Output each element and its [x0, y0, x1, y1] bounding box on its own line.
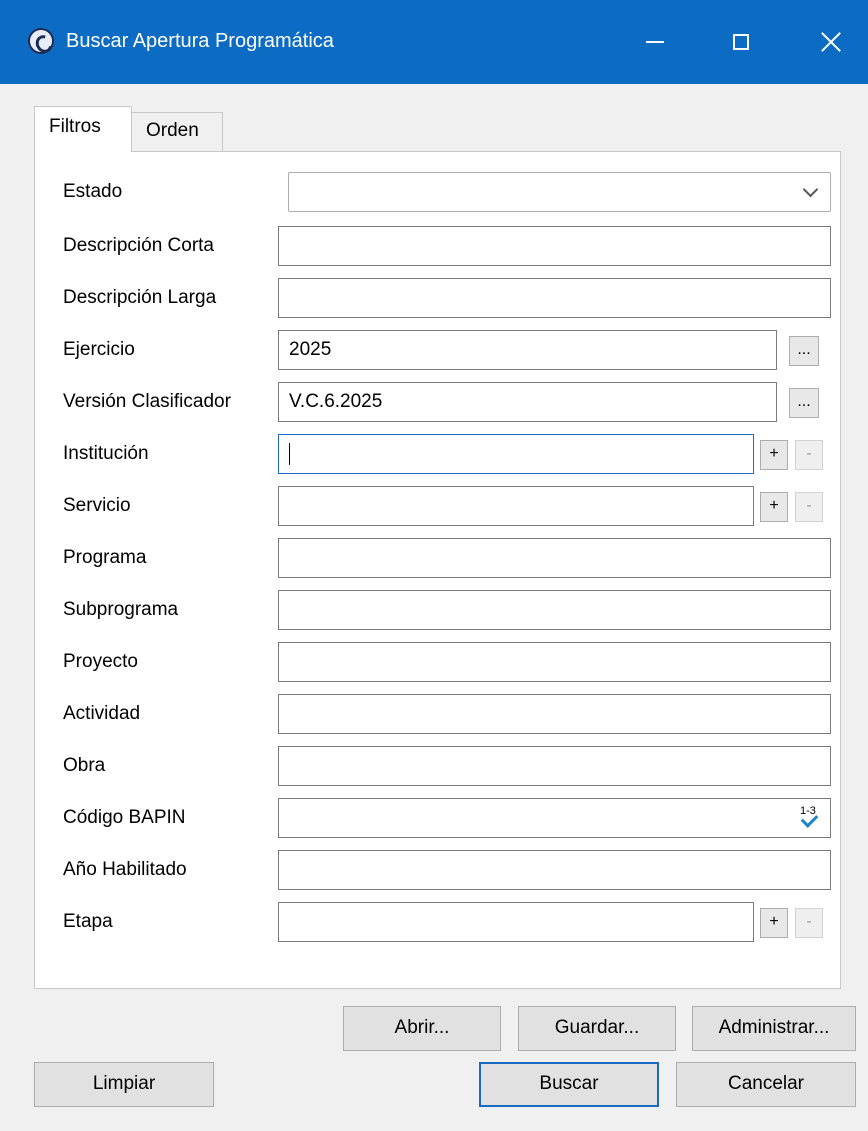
tab-filtros[interactable]: Filtros	[34, 106, 132, 152]
abrir-button[interactable]: Abrir...	[343, 1006, 501, 1051]
proyecto-label: Proyecto	[63, 651, 138, 672]
proyecto-input[interactable]	[278, 642, 831, 682]
servicio-label: Servicio	[63, 495, 131, 516]
servicio-remove-button[interactable]: -	[795, 492, 823, 522]
ejercicio-browse-button[interactable]: ...	[789, 336, 819, 366]
subprograma-label: Subprograma	[63, 599, 179, 620]
limpiar-button[interactable]: Limpiar	[34, 1062, 214, 1107]
institucion-input[interactable]	[278, 434, 754, 474]
anio-habilitado-label: Año Habilitado	[63, 859, 187, 880]
anio-habilitado-input[interactable]	[278, 850, 831, 890]
etapa-remove-button[interactable]: -	[795, 908, 823, 938]
ejercicio-input[interactable]: 2025	[278, 330, 777, 370]
minimize-icon	[646, 41, 664, 43]
servicio-input[interactable]	[278, 486, 754, 526]
institucion-add-button[interactable]: +	[760, 440, 788, 470]
window-title: Buscar Apertura Programática	[66, 30, 334, 52]
cancelar-button[interactable]: Cancelar	[676, 1062, 856, 1107]
descripcion-corta-input[interactable]	[278, 226, 831, 266]
subprograma-input[interactable]	[278, 590, 831, 630]
servicio-add-button[interactable]: +	[760, 492, 788, 522]
actividad-label: Actividad	[63, 703, 141, 724]
codigo-bapin-label: Código BAPIN	[63, 807, 186, 828]
version-clasificador-label: Versión Clasificador	[63, 391, 231, 412]
ejercicio-label: Ejercicio	[63, 339, 135, 360]
programa-input[interactable]	[278, 538, 831, 578]
filters-panel: Estado Descripción Corta Descripción Lar…	[34, 151, 841, 989]
version-clasificador-browse-button[interactable]: ...	[789, 388, 819, 418]
descripcion-larga-label: Descripción Larga	[63, 287, 217, 308]
title-bar[interactable]: Buscar Apertura Programática	[0, 0, 868, 84]
close-button[interactable]	[806, 20, 856, 64]
maximize-button[interactable]	[716, 20, 766, 64]
version-clasificador-input[interactable]: V.C.6.2025	[278, 382, 777, 422]
estado-label: Estado	[63, 181, 123, 202]
app-logo-icon	[28, 28, 54, 54]
maximize-icon	[733, 34, 749, 50]
numeric-check-icon: 1-3	[800, 805, 822, 831]
obra-label: Obra	[63, 755, 106, 776]
close-icon	[820, 31, 842, 53]
chevron-down-icon	[802, 181, 819, 198]
programa-label: Programa	[63, 547, 147, 568]
guardar-button[interactable]: Guardar...	[518, 1006, 676, 1051]
buscar-button[interactable]: Buscar	[479, 1062, 659, 1107]
descripcion-corta-label: Descripción Corta	[63, 235, 214, 256]
text-caret	[289, 442, 290, 465]
administrar-button[interactable]: Administrar...	[692, 1006, 856, 1051]
tab-orden[interactable]: Orden	[131, 112, 223, 152]
etapa-label: Etapa	[63, 911, 113, 932]
minimize-button[interactable]	[630, 20, 680, 64]
institucion-label: Institución	[63, 443, 149, 464]
obra-input[interactable]	[278, 746, 831, 786]
etapa-add-button[interactable]: +	[760, 908, 788, 938]
descripcion-larga-input[interactable]	[278, 278, 831, 318]
actividad-input[interactable]	[278, 694, 831, 734]
institucion-remove-button[interactable]: -	[795, 440, 823, 470]
codigo-bapin-input[interactable]: 1-3	[278, 798, 831, 838]
estado-select[interactable]	[288, 172, 831, 212]
etapa-input[interactable]	[278, 902, 754, 942]
